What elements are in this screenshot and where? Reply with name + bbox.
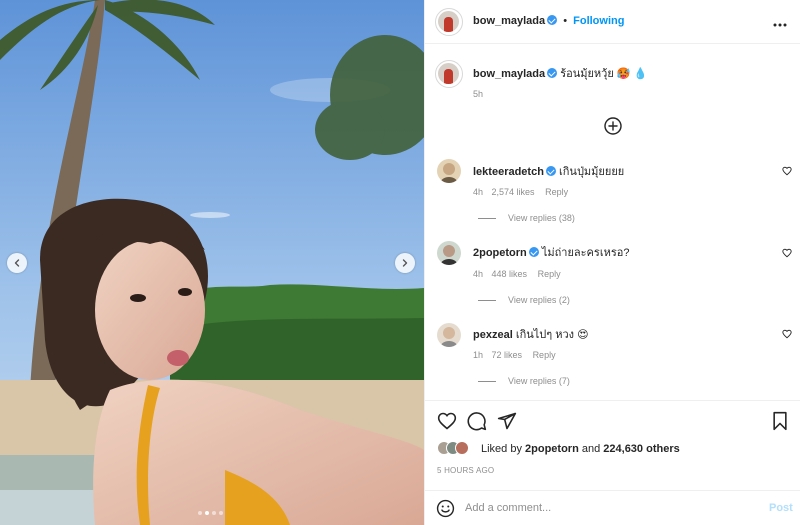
verified-badge-icon	[545, 166, 556, 176]
comment-row: 2popetorn ไม่ถ่ายละครเหรอ?	[473, 243, 629, 261]
comment-username[interactable]: pexzeal	[473, 329, 513, 341]
reply-button[interactable]: Reply	[538, 269, 561, 279]
caption-avatar[interactable]	[435, 60, 463, 88]
comment-avatar[interactable]	[437, 241, 461, 265]
comment-likes[interactable]: 2,574 likes	[492, 187, 535, 197]
verified-badge-icon	[528, 247, 539, 257]
author-line: bow_maylada • Following	[473, 15, 624, 27]
comment-input[interactable]	[465, 499, 755, 517]
comment-username[interactable]: 2popetorn	[473, 247, 527, 259]
comment-time: 4h	[473, 187, 484, 197]
carousel-dot	[212, 511, 216, 515]
liked-by-avatars[interactable]	[437, 441, 469, 455]
likes-summary[interactable]: Liked by 2popetorn and 224,630 others	[481, 443, 680, 455]
view-replies-button[interactable]: View replies (7)	[478, 376, 570, 386]
heart-icon[interactable]	[437, 411, 457, 431]
liked-by-user[interactable]: 2popetorn	[525, 443, 579, 455]
comment-avatar[interactable]	[437, 159, 461, 183]
carousel-dot	[198, 511, 202, 515]
comment-text: ไม่ถ่ายละครเหรอ?	[541, 247, 630, 259]
post-comment-button[interactable]: Post	[769, 502, 793, 514]
post-actions	[425, 400, 800, 401]
comment-text: เกินไปๆ หวง 😍	[515, 329, 589, 341]
comment-meta: 1h 72 likes Reply	[473, 350, 556, 360]
plus-circle-icon	[604, 117, 622, 135]
verified-badge-icon	[547, 15, 558, 25]
caption-text: ร้อนมุ้ยหวุ้ย 🥵 💧	[560, 68, 648, 80]
author-username[interactable]: bow_maylada	[473, 15, 545, 27]
post-details-panel: bow_maylada • Following bow_maylada ร้อน…	[424, 0, 800, 525]
comment-likes[interactable]: 72 likes	[492, 350, 523, 360]
post-photo	[0, 0, 424, 525]
bookmark-icon[interactable]	[771, 411, 789, 431]
carousel-indicator	[198, 511, 223, 515]
comment-row: lekteeradetch เกินปุ่มมุ้ยยยย	[473, 162, 624, 180]
likes-middle: and	[578, 443, 604, 455]
comment-likes[interactable]: 448 likes	[492, 269, 528, 279]
add-comment-bar: Post	[425, 490, 800, 525]
comment-meta: 4h 2,574 likes Reply	[473, 187, 568, 197]
following-button[interactable]: Following	[573, 15, 624, 27]
paper-plane-icon[interactable]	[497, 411, 517, 431]
comment-like-heart-icon[interactable]	[782, 329, 792, 339]
previous-slide-button[interactable]	[7, 253, 27, 273]
reply-button[interactable]: Reply	[545, 187, 568, 197]
comment-like-heart-icon[interactable]	[782, 166, 792, 176]
chevron-left-icon	[14, 259, 20, 267]
comment-avatar[interactable]	[437, 323, 461, 347]
reply-button[interactable]: Reply	[533, 350, 556, 360]
comment-username[interactable]: lekteeradetch	[473, 166, 544, 178]
view-replies-button[interactable]: View replies (2)	[478, 295, 570, 305]
separator: •	[563, 15, 568, 27]
post-media[interactable]	[0, 0, 424, 525]
comment-icon[interactable]	[467, 411, 487, 431]
caption-username[interactable]: bow_maylada	[473, 68, 545, 80]
comment-row: pexzeal เกินไปๆ หวง 😍	[473, 325, 589, 343]
carousel-dot	[219, 511, 223, 515]
view-replies-button[interactable]: View replies (38)	[478, 213, 575, 223]
comment-like-heart-icon[interactable]	[782, 248, 792, 258]
verified-badge-icon	[547, 68, 558, 78]
caption-time: 5h	[473, 89, 484, 99]
likes-count[interactable]: 224,630 others	[603, 443, 679, 455]
post-dialog: bow_maylada • Following bow_maylada ร้อน…	[0, 0, 800, 525]
smiley-icon[interactable]	[436, 499, 455, 518]
next-slide-button[interactable]	[395, 253, 415, 273]
caption: bow_maylada ร้อนมุ้ยหวุ้ย 🥵 💧	[473, 64, 647, 82]
likes-prefix: Liked by	[481, 443, 526, 455]
post-timestamp[interactable]: 5 HOURS AGO	[437, 466, 494, 475]
load-more-comments-button[interactable]	[604, 117, 622, 138]
comment-time: 4h	[473, 269, 484, 279]
comment-time: 1h	[473, 350, 484, 360]
more-options-icon[interactable]	[773, 14, 787, 30]
carousel-dot	[205, 511, 209, 515]
post-header: bow_maylada • Following	[425, 0, 800, 44]
chevron-right-icon	[402, 259, 408, 267]
comment-meta: 4h 448 likes Reply	[473, 269, 561, 279]
author-avatar[interactable]	[435, 8, 463, 36]
comment-text: เกินปุ่มมุ้ยยยย	[559, 166, 625, 178]
